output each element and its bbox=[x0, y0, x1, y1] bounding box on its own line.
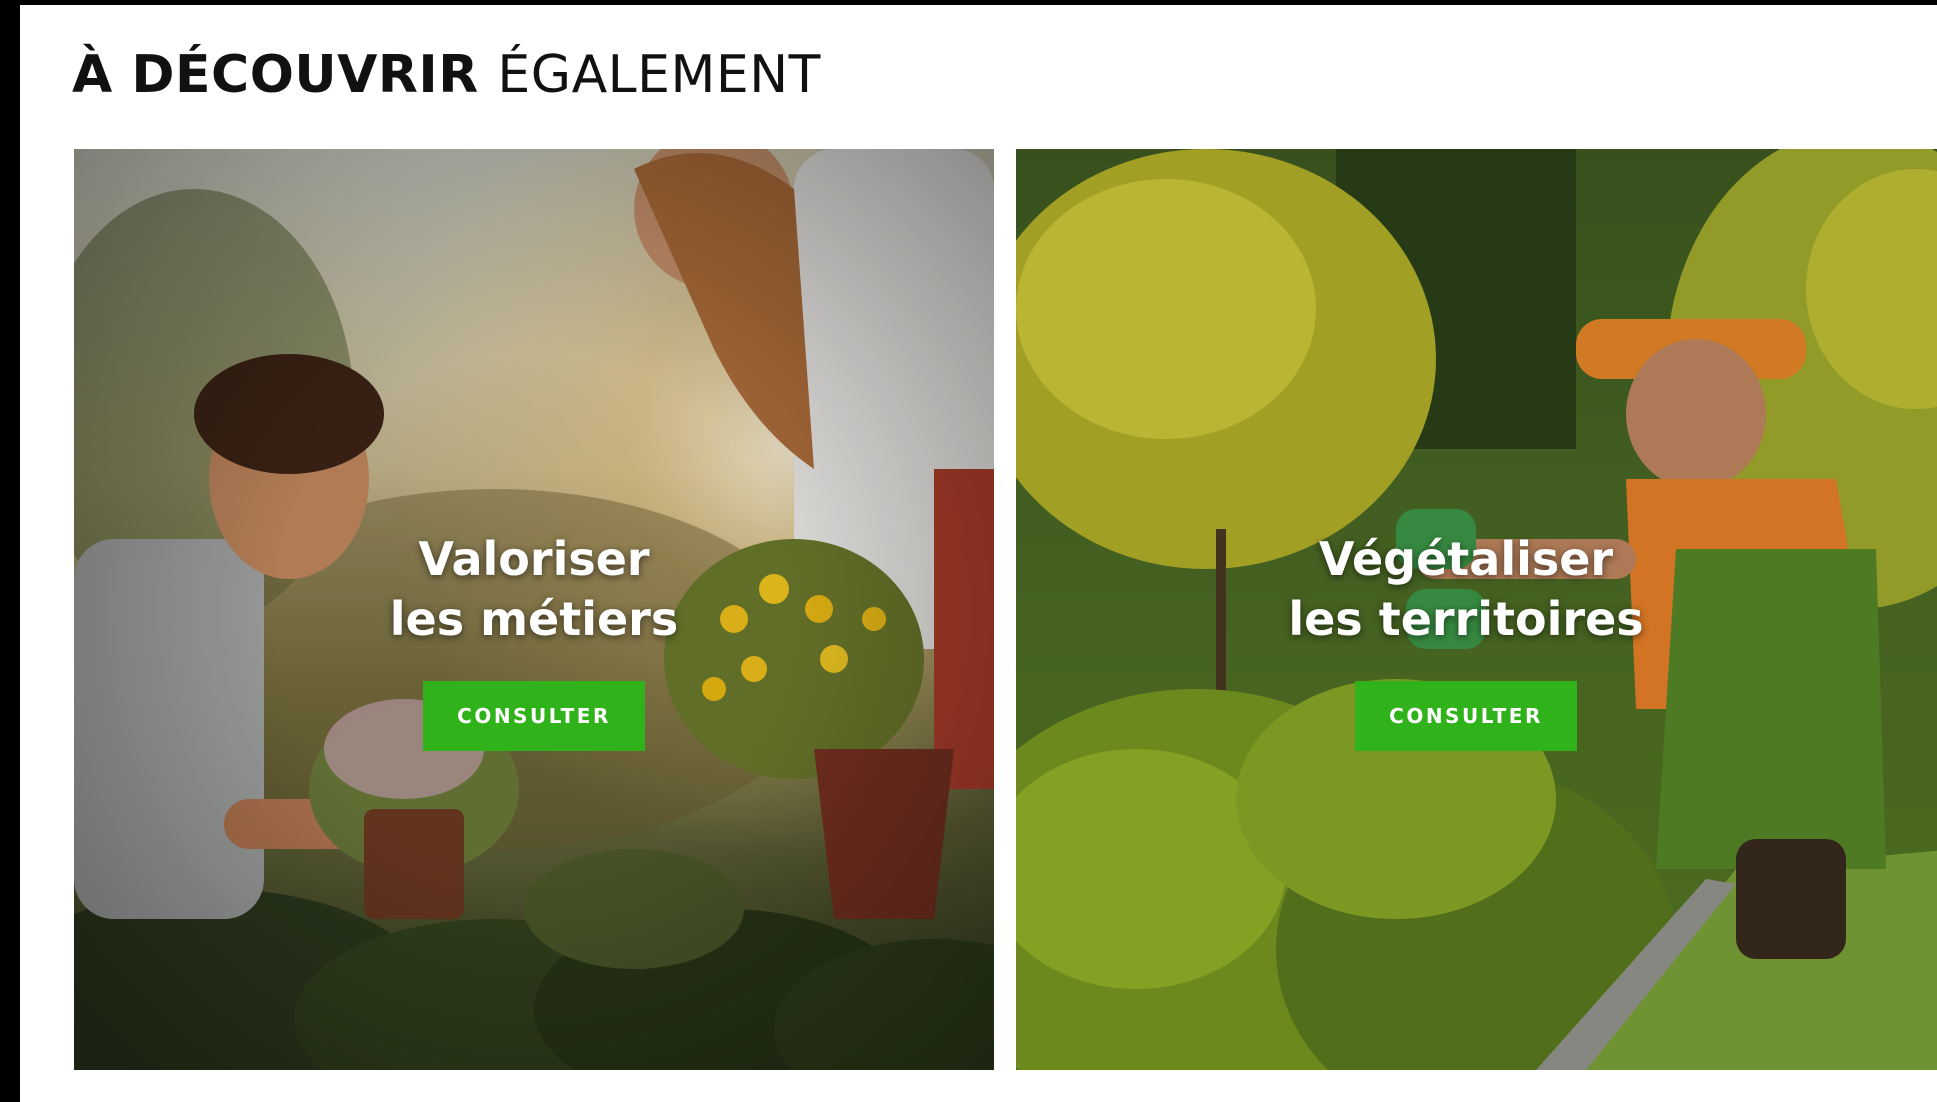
card-title: Valoriser les métiers bbox=[74, 529, 994, 649]
card-valoriser-les-metiers[interactable]: Valoriser les métiers CONSULTER bbox=[74, 149, 994, 1070]
card-content: Végétaliser les territoires CONSULTER bbox=[1016, 529, 1916, 751]
section-title-strong: À DÉCOUVRIR bbox=[72, 45, 479, 105]
consulter-button[interactable]: CONSULTER bbox=[1355, 681, 1577, 751]
card-title-line2: les métiers bbox=[389, 592, 679, 646]
card-title: Végétaliser les territoires bbox=[1016, 529, 1916, 649]
card-content: Valoriser les métiers CONSULTER bbox=[74, 529, 994, 751]
card-title-line2: les territoires bbox=[1288, 592, 1644, 646]
card-vegetaliser-les-territoires[interactable]: Végétaliser les territoires CONSULTER bbox=[1016, 149, 1937, 1070]
section-title-light: ÉGALEMENT bbox=[497, 45, 821, 105]
card-title-line1: Végétaliser bbox=[1318, 532, 1614, 586]
card-title-line1: Valoriser bbox=[418, 532, 650, 586]
page: À DÉCOUVRIR ÉGALEMENT Valoriser les méti… bbox=[20, 5, 1937, 1102]
consulter-button[interactable]: CONSULTER bbox=[423, 681, 645, 751]
section-title: À DÉCOUVRIR ÉGALEMENT bbox=[72, 43, 821, 107]
